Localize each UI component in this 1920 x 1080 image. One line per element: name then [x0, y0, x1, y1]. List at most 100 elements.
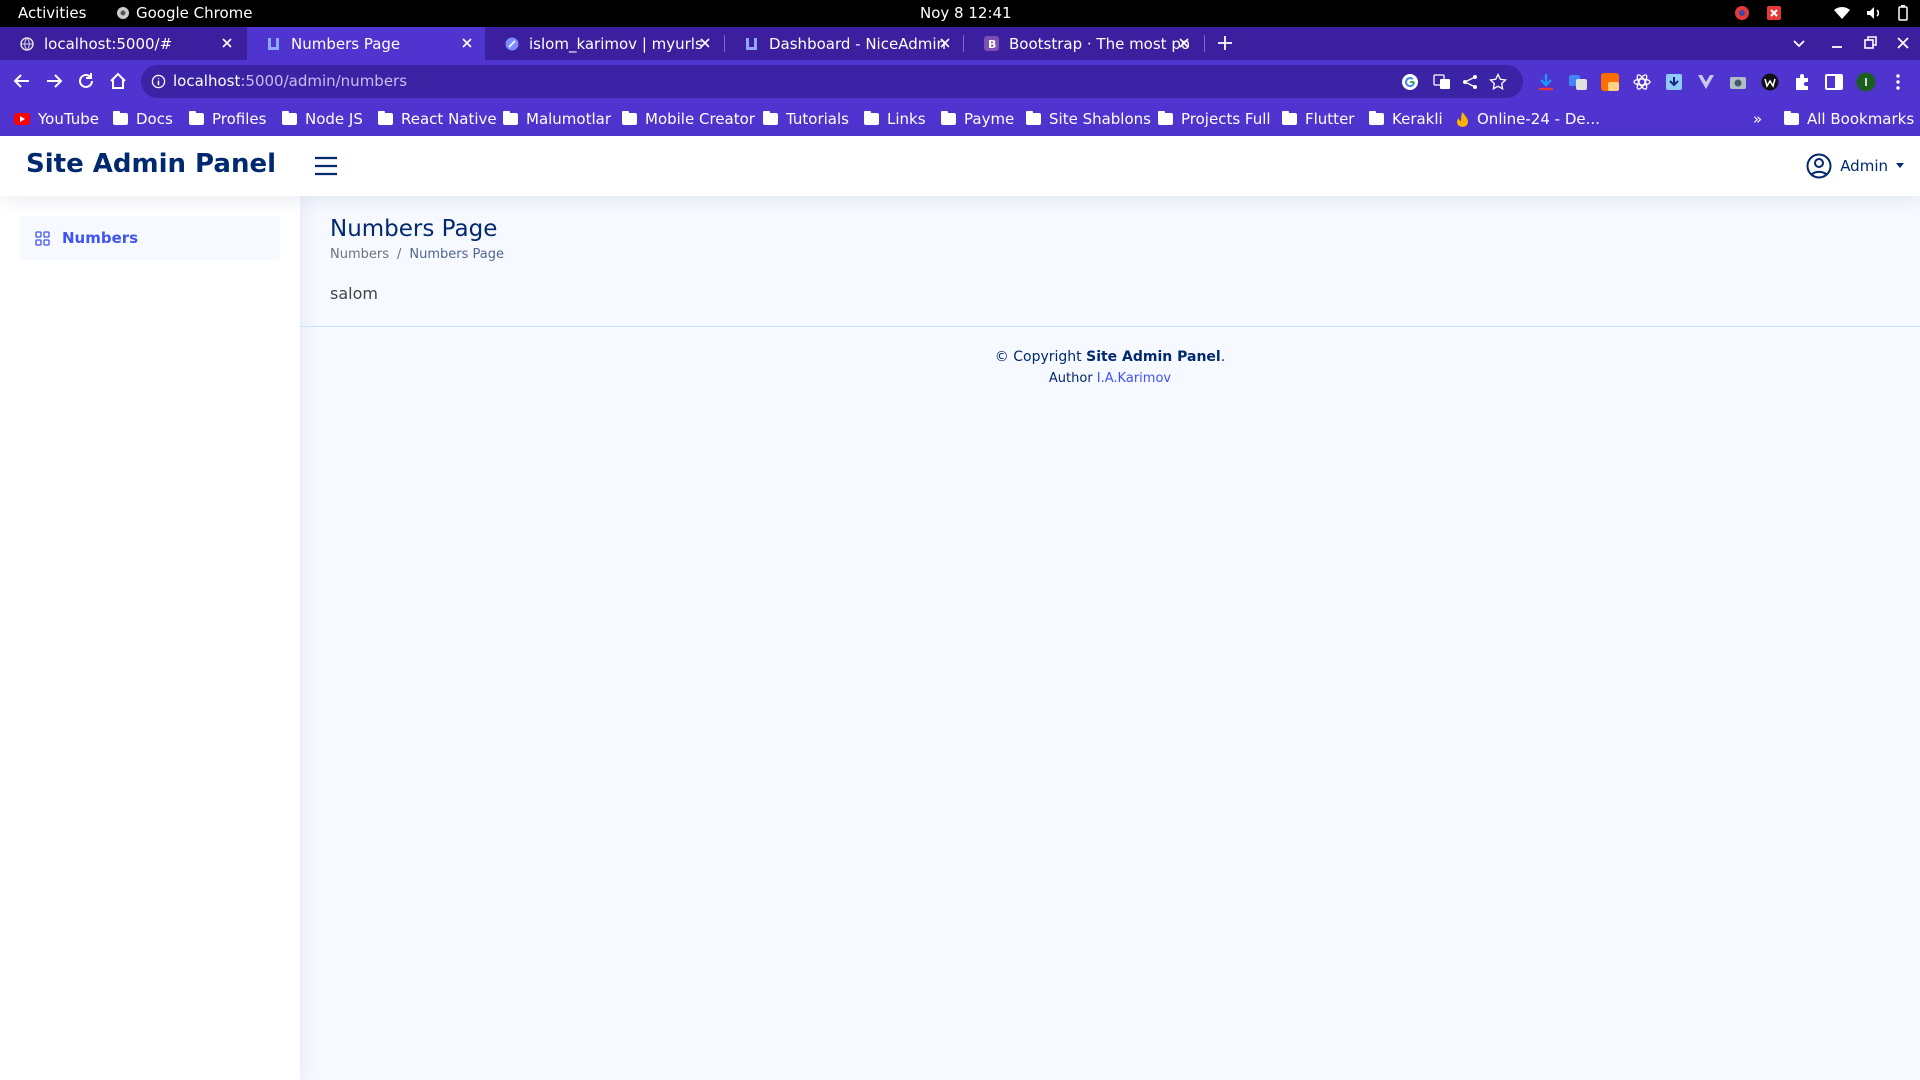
page-body-text: salom [330, 284, 378, 303]
bookmark-folder-malumotlar[interactable]: Malumotlar [503, 110, 611, 128]
bookmark-label: YouTube [38, 110, 99, 128]
reload-icon[interactable] [76, 71, 96, 91]
tab-dashboard[interactable]: Dashboard - NiceAdmin B [725, 27, 963, 60]
breadcrumb: Numbers / Numbers Page [330, 247, 504, 262]
bookmark-folder-flutter[interactable]: Flutter [1282, 110, 1354, 128]
folder-icon [1026, 111, 1041, 125]
save-extension-icon[interactable] [1664, 72, 1684, 92]
copyright: © Copyright Site Admin Panel. [300, 349, 1920, 365]
system-tray[interactable] [1734, 5, 1908, 21]
clock[interactable]: Noy 8 12:41 [920, 4, 1012, 22]
bookmark-label: React Native [401, 110, 497, 128]
wappalyzer-icon[interactable] [1760, 72, 1780, 92]
profile-dropdown[interactable]: Admin [1806, 153, 1904, 179]
record-icon [1767, 6, 1781, 20]
sidebar-item-numbers[interactable]: Numbers [20, 216, 280, 260]
folder-icon [189, 111, 204, 125]
site-info-icon[interactable] [151, 74, 166, 89]
coupon-extension-icon[interactable] [1600, 72, 1620, 92]
bookmark-youtube[interactable]: YouTube [14, 110, 99, 128]
extensions-puzzle-icon[interactable] [1792, 72, 1812, 92]
google-lens-icon[interactable] [1401, 73, 1419, 91]
credits: Author I.A.Karimov [300, 371, 1920, 386]
close-icon[interactable] [937, 35, 953, 51]
close-icon[interactable] [219, 35, 235, 51]
bookmark-folder-node-js[interactable]: Node JS [282, 110, 363, 128]
bookmark-folder-mobile-creator[interactable]: Mobile Creator [622, 110, 755, 128]
site-logo[interactable]: Site Admin Panel [26, 149, 276, 179]
folder-icon [1158, 111, 1173, 125]
close-icon[interactable] [1176, 35, 1192, 51]
author-link[interactable]: I.A.Karimov [1097, 371, 1171, 386]
copyright-prefix: © Copyright [994, 349, 1087, 365]
back-icon[interactable] [12, 71, 32, 91]
bookmark-folder-react-native[interactable]: React Native [378, 110, 497, 128]
bookmark-label: Profiles [212, 110, 267, 128]
address-bar[interactable]: localhost:5000/admin/numbers [141, 65, 1523, 98]
bookmark-folder-payme[interactable]: Payme [941, 110, 1014, 128]
youtube-icon [14, 113, 30, 125]
bookmark-star-icon[interactable] [1489, 73, 1507, 91]
niceadmin-icon [268, 37, 279, 50]
tab-title: localhost:5000/# [44, 34, 173, 53]
translate-extension-icon[interactable] [1568, 72, 1588, 92]
folder-icon [113, 111, 128, 125]
folder-icon [622, 111, 637, 125]
tab-title: Numbers Page [291, 34, 401, 53]
breadcrumb-separator: / [397, 247, 402, 262]
bookmark-folder-docs[interactable]: Docs [113, 110, 173, 128]
close-icon[interactable] [459, 35, 475, 51]
bookmark-folder-projects-full[interactable]: Projects Full [1158, 110, 1271, 128]
profile-name: Admin [1840, 157, 1888, 175]
tab-title: Bootstrap · The most pop [1009, 34, 1189, 53]
bookmark-online-24[interactable]: Online-24 - De... [1456, 110, 1600, 128]
translate-icon[interactable] [1433, 73, 1451, 91]
folder-icon [1369, 111, 1384, 125]
window-close-icon[interactable] [1893, 33, 1913, 53]
bookmarks-overflow-button[interactable]: » [1753, 110, 1762, 128]
sidebar: Numbers [0, 196, 300, 1080]
bookmark-folder-kerakli[interactable]: Kerakli [1369, 110, 1443, 128]
tab-search-icon[interactable] [1789, 33, 1809, 53]
niceadmin-icon [746, 37, 757, 50]
tab-separator [1204, 35, 1205, 52]
share-icon[interactable] [1461, 73, 1479, 91]
breadcrumb-link-numbers[interactable]: Numbers [330, 247, 389, 262]
activities-button[interactable]: Activities [18, 4, 86, 22]
side-panel-icon[interactable] [1824, 72, 1844, 92]
forward-icon[interactable] [44, 71, 64, 91]
new-tab-icon[interactable] [1215, 33, 1235, 53]
bookmark-folder-tutorials[interactable]: Tutorials [763, 110, 849, 128]
chrome-menu-icon[interactable] [1888, 72, 1908, 92]
tab-numbers-page[interactable]: Numbers Page [247, 27, 485, 60]
footer: © Copyright Site Admin Panel. Author I.A… [300, 326, 1920, 406]
bookmark-label: Payme [964, 110, 1015, 128]
breadcrumb-current: Numbers Page [409, 247, 504, 262]
author-label: Author [1048, 371, 1097, 386]
restore-icon[interactable] [1860, 33, 1880, 53]
menu-toggle-icon[interactable] [314, 155, 338, 177]
tab-localhost[interactable]: localhost:5000/# [0, 27, 245, 60]
minimize-icon[interactable] [1827, 33, 1847, 53]
tab-myurls[interactable]: islom_karimov | myurls [485, 27, 723, 60]
vue-devtools-icon[interactable] [1696, 72, 1716, 92]
bookmark-folder-links[interactable]: Links [864, 110, 926, 128]
home-icon[interactable] [108, 71, 128, 91]
system-top-bar: Activities Google Chrome Noy 8 12:41 [0, 0, 1920, 27]
close-icon[interactable] [697, 35, 713, 51]
app-menu[interactable]: Google Chrome [116, 4, 253, 22]
bookmark-folder-site-shablons[interactable]: Site Shablons [1026, 110, 1151, 128]
react-devtools-icon[interactable] [1632, 72, 1652, 92]
screenshot-extension-icon[interactable] [1728, 72, 1748, 92]
folder-icon [864, 111, 879, 125]
bookmark-label: Online-24 - De... [1477, 110, 1600, 128]
copyright-brand: Site Admin Panel [1086, 349, 1221, 365]
profile-avatar-icon[interactable] [1856, 72, 1876, 92]
copyright-suffix: . [1220, 349, 1226, 365]
folder-icon [282, 111, 297, 125]
bookmark-folder-profiles[interactable]: Profiles [189, 110, 266, 128]
download-extension-icon[interactable] [1536, 72, 1556, 92]
all-bookmarks-button[interactable]: All Bookmarks [1784, 110, 1914, 128]
browser-toolbar: localhost:5000/admin/numbers [0, 60, 1920, 103]
tab-bootstrap[interactable]: B Bootstrap · The most pop [964, 27, 1202, 60]
